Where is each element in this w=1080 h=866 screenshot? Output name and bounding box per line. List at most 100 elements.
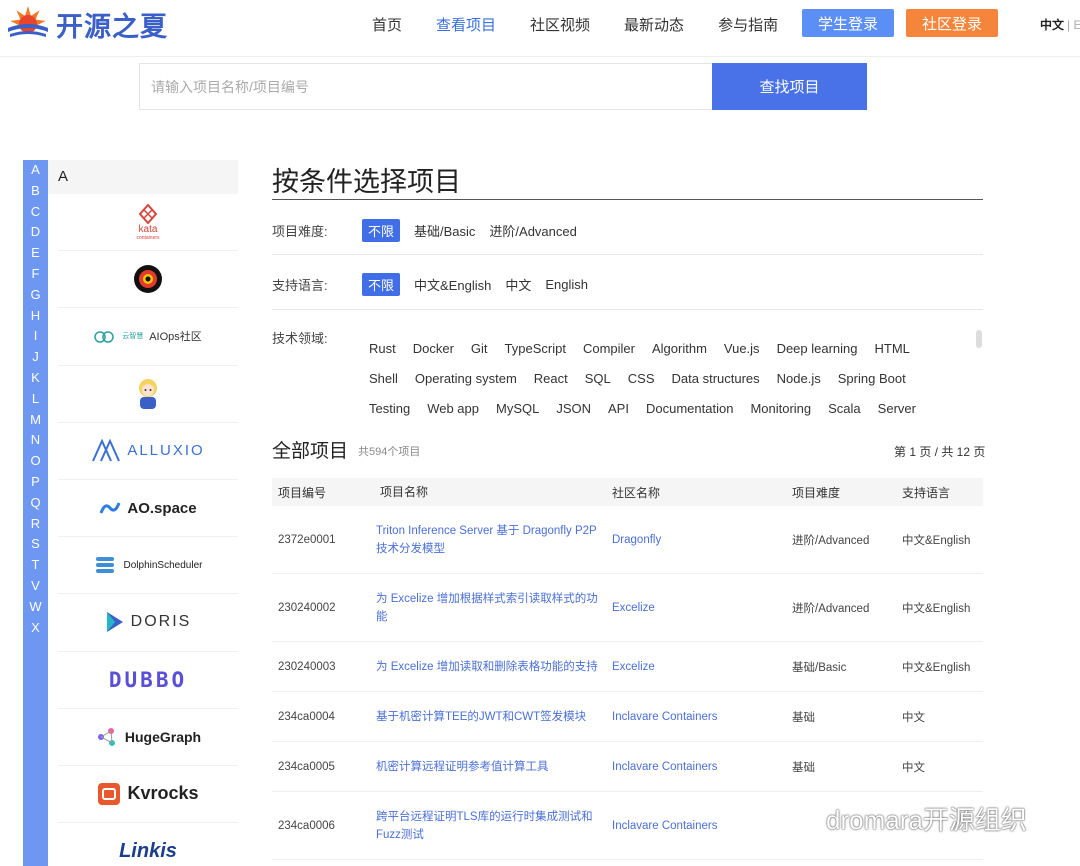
- project-name-link[interactable]: 为 Excelize 增加读取和删除表格功能的支持: [372, 658, 608, 676]
- tech-option[interactable]: Deep learning: [777, 341, 858, 356]
- language-option-english[interactable]: English: [545, 277, 588, 292]
- nav-guide[interactable]: 参与指南: [718, 14, 778, 35]
- community-item-4[interactable]: [58, 366, 238, 423]
- language-option-any[interactable]: 不限: [362, 273, 401, 296]
- lang-current[interactable]: 中文: [1040, 18, 1064, 32]
- alphabet-letter[interactable]: O: [23, 451, 48, 472]
- tech-option[interactable]: React: [534, 371, 568, 386]
- alphabet-letter[interactable]: B: [23, 181, 48, 202]
- tech-option[interactable]: Monitoring: [750, 401, 811, 416]
- alphabet-letter[interactable]: F: [23, 264, 48, 285]
- lang-other[interactable]: | E: [1067, 18, 1080, 32]
- tech-option[interactable]: Data structures: [672, 371, 760, 386]
- tech-option[interactable]: Git: [471, 341, 488, 356]
- community-link[interactable]: Dragonfly: [608, 534, 786, 546]
- project-name-link[interactable]: 为 Excelize 增加根据样式索引读取样式的功能: [372, 590, 608, 626]
- difficulty-option-basic[interactable]: 基础/Basic: [414, 221, 475, 240]
- tech-option[interactable]: HTML: [875, 341, 910, 356]
- community-item-aospace[interactable]: AO.space: [58, 480, 238, 538]
- tech-option[interactable]: Node.js: [777, 371, 821, 386]
- nav-news[interactable]: 最新动态: [624, 14, 684, 35]
- tech-option[interactable]: Compiler: [583, 341, 635, 356]
- tech-option[interactable]: Algorithm: [652, 341, 707, 356]
- alphabet-letter[interactable]: R: [23, 514, 48, 535]
- alphabet-letter[interactable]: A: [23, 160, 48, 181]
- project-name-link[interactable]: 基于机密计算TEE的JWT和CWT签发模块: [372, 708, 608, 726]
- alphabet-letter[interactable]: S: [23, 534, 48, 555]
- tech-option[interactable]: Vue.js: [724, 341, 760, 356]
- community-item-dolphinscheduler[interactable]: DolphinScheduler: [58, 537, 238, 595]
- student-login-button[interactable]: 学生登录: [802, 9, 894, 37]
- tech-option[interactable]: Documentation: [646, 401, 733, 416]
- tech-option[interactable]: MySQL: [496, 401, 539, 416]
- tech-option[interactable]: Server: [878, 401, 916, 416]
- alphabet-letter[interactable]: C: [23, 202, 48, 223]
- tech-option[interactable]: SQL: [585, 371, 611, 386]
- community-link[interactable]: Excelize: [608, 661, 786, 673]
- hugegraph-label: HugeGraph: [124, 728, 202, 745]
- language-option-both[interactable]: 中文&English: [414, 275, 491, 294]
- tech-option[interactable]: Testing: [369, 401, 410, 416]
- tech-option[interactable]: Rust: [369, 341, 396, 356]
- community-item-2[interactable]: [58, 251, 238, 309]
- project-name-link[interactable]: Triton Inference Server 基于 Dragonfly P2P…: [372, 522, 608, 558]
- alphabet-letter[interactable]: E: [23, 243, 48, 264]
- community-item-linkis[interactable]: Linkis: [58, 823, 238, 866]
- tech-option[interactable]: Scala: [828, 401, 861, 416]
- project-name-link[interactable]: 机密计算远程证明参考值计算工具: [372, 758, 608, 776]
- alphabet-letter[interactable]: W: [23, 597, 48, 618]
- community-item-aiops[interactable]: 云智慧 AIOps社区: [58, 308, 238, 366]
- table-row[interactable]: 2372e0001 Triton Inference Server 基于 Drag…: [272, 506, 983, 574]
- alphabet-letter[interactable]: D: [23, 222, 48, 243]
- tech-option[interactable]: TypeScript: [505, 341, 566, 356]
- site-logo[interactable]: 开源之夏: [6, 4, 168, 44]
- tech-option[interactable]: Docker: [413, 341, 454, 356]
- alphabet-letter[interactable]: K: [23, 368, 48, 389]
- alphabet-letter[interactable]: L: [23, 389, 48, 410]
- alphabet-letter[interactable]: N: [23, 430, 48, 451]
- tech-option[interactable]: Shell: [369, 371, 398, 386]
- alphabet-letter[interactable]: Q: [23, 493, 48, 514]
- nav-home[interactable]: 首页: [372, 14, 402, 35]
- community-item-dubbo[interactable]: DUBBO: [58, 652, 238, 709]
- difficulty-option-advanced[interactable]: 进阶/Advanced: [489, 221, 576, 240]
- alphabet-letter[interactable]: T: [23, 555, 48, 576]
- community-item-kata[interactable]: kata containers: [58, 194, 238, 252]
- project-name-link[interactable]: 跨平台远程证明TLS库的运行时集成测试和Fuzz测试: [372, 808, 608, 844]
- community-item-kvrocks[interactable]: Kvrocks: [58, 766, 238, 824]
- community-link[interactable]: Inclavare Containers: [608, 761, 786, 773]
- table-row[interactable]: 234ca0004 基于机密计算TEE的JWT和CWT签发模块 Inclavare …: [272, 692, 983, 742]
- tech-option[interactable]: JSON: [556, 401, 591, 416]
- alphabet-letter[interactable]: H: [23, 306, 48, 327]
- community-item-hugegraph[interactable]: HugeGraph: [58, 709, 238, 766]
- alphabet-letter[interactable]: I: [23, 326, 48, 347]
- alphabet-letter[interactable]: J: [23, 347, 48, 368]
- community-link[interactable]: Inclavare Containers: [608, 820, 786, 832]
- alphabet-letter[interactable]: P: [23, 472, 48, 493]
- nav-projects[interactable]: 查看项目: [436, 14, 496, 35]
- alphabet-letter[interactable]: G: [23, 285, 48, 306]
- search-button[interactable]: 查找项目: [712, 63, 867, 110]
- language-option-chinese[interactable]: 中文: [505, 275, 531, 294]
- alphabet-letter[interactable]: X: [23, 618, 48, 639]
- community-item-alluxio[interactable]: ALLUXIO: [58, 423, 238, 480]
- tech-option[interactable]: Spring Boot: [838, 371, 906, 386]
- community-login-button[interactable]: 社区登录: [906, 9, 998, 37]
- tech-option[interactable]: API: [608, 401, 629, 416]
- tech-option[interactable]: Web app: [427, 401, 479, 416]
- alphabet-letter[interactable]: V: [23, 576, 48, 597]
- language-switch[interactable]: 中文 | E: [1040, 16, 1080, 33]
- tech-scrollbar[interactable]: [976, 330, 982, 348]
- table-row[interactable]: 234ca0005 机密计算远程证明参考值计算工具 Inclavare Contai…: [272, 742, 983, 792]
- tech-option[interactable]: Operating system: [415, 371, 517, 386]
- community-link[interactable]: Excelize: [608, 602, 786, 614]
- difficulty-option-any[interactable]: 不限: [362, 219, 401, 242]
- search-input[interactable]: 请输入项目名称/项目编号: [139, 63, 712, 110]
- tech-option[interactable]: CSS: [628, 371, 655, 386]
- community-item-doris[interactable]: DORIS: [58, 594, 238, 652]
- table-row[interactable]: 230240003 为 Excelize 增加读取和删除表格功能的支持 Exceli…: [272, 642, 983, 692]
- nav-videos[interactable]: 社区视频: [530, 14, 590, 35]
- community-link[interactable]: Inclavare Containers: [608, 711, 786, 723]
- alphabet-letter[interactable]: M: [23, 410, 48, 431]
- table-row[interactable]: 230240002 为 Excelize 增加根据样式索引读取样式的功能 Excel…: [272, 574, 983, 642]
